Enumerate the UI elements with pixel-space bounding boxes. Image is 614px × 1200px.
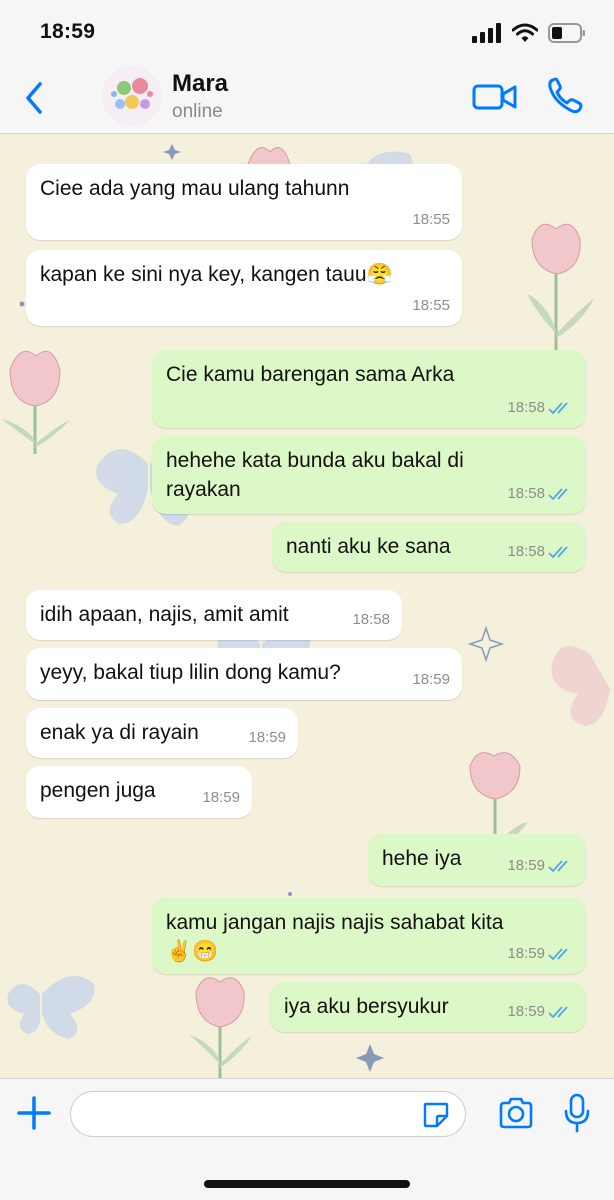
double-check-icon	[548, 487, 568, 500]
status-time: 18:59	[40, 20, 96, 43]
message-meta: 18:58	[352, 605, 390, 634]
message-time: 18:58	[507, 543, 545, 560]
wifi-icon	[512, 23, 538, 42]
message-time: 18:55	[412, 211, 450, 228]
message-time: 18:55	[412, 297, 450, 314]
message-meta: 18:59	[507, 939, 574, 968]
outgoing-message[interactable]: nanti aku ke sana 18:58	[272, 522, 586, 572]
outgoing-message[interactable]: kamu jangan najis najis sahabat kita ✌️😁…	[152, 898, 586, 974]
video-camera-icon[interactable]	[472, 80, 518, 114]
message-input[interactable]	[70, 1091, 466, 1137]
message-time: 18:58	[352, 611, 390, 628]
message-text: enak ya di rayain	[40, 721, 199, 744]
message-time: 18:58	[507, 399, 545, 416]
microphone-icon[interactable]	[564, 1093, 590, 1133]
incoming-message[interactable]: idih apaan, najis, amit amit 18:58	[26, 590, 402, 640]
message-text: yeyy, bakal tiup lilin dong kamu?	[40, 661, 341, 684]
battery-icon	[548, 23, 585, 43]
message-time: 18:58	[507, 485, 545, 502]
status-bar: 18:59	[0, 0, 614, 62]
message-meta: 18:55	[412, 291, 450, 320]
outgoing-message[interactable]: hehe iya 18:59	[368, 834, 586, 886]
incoming-message[interactable]: enak ya di rayain 18:59	[26, 708, 298, 758]
message-time: 18:59	[507, 945, 545, 962]
message-text: idih apaan, najis, amit amit	[40, 603, 289, 626]
outgoing-message[interactable]: hehehe kata bunda aku bakal di rayakan 18…	[152, 436, 586, 514]
message-text: Cie kamu barengan sama Arka	[166, 363, 455, 386]
double-check-icon	[548, 859, 568, 872]
message-time: 18:59	[412, 671, 450, 688]
chat-header: Mara online	[0, 62, 614, 134]
incoming-message[interactable]: kapan ke sini nya key, kangen tauu😤 18:55	[26, 250, 462, 326]
message-meta: 18:58	[507, 537, 574, 566]
message-meta: 18:55	[412, 205, 450, 234]
message-meta: 18:58	[507, 479, 574, 508]
message-time: 18:59	[202, 789, 240, 806]
contact-status: online	[172, 101, 223, 122]
double-check-icon	[548, 947, 568, 960]
chevron-left-icon[interactable]	[18, 78, 52, 118]
message-time: 18:59	[507, 1003, 545, 1020]
plus-icon[interactable]	[16, 1095, 52, 1131]
message-meta: 18:58	[507, 393, 574, 422]
incoming-message[interactable]: yeyy, bakal tiup lilin dong kamu? 18:59	[26, 648, 462, 700]
message-text: Ciee ada yang mau ulang tahunn	[40, 177, 350, 200]
contact-name[interactable]: Mara	[172, 70, 228, 98]
double-check-icon	[548, 545, 568, 558]
incoming-message[interactable]: Ciee ada yang mau ulang tahunn 18:55	[26, 164, 462, 240]
status-icons	[472, 22, 586, 44]
message-meta: 18:59	[507, 997, 574, 1026]
message-meta: 18:59	[202, 783, 240, 812]
outgoing-message[interactable]: Cie kamu barengan sama Arka 18:58	[152, 350, 586, 428]
avatar-image	[102, 66, 162, 126]
message-meta: 18:59	[248, 723, 286, 752]
sticker-icon[interactable]	[422, 1101, 450, 1129]
double-check-icon	[548, 1005, 568, 1018]
home-indicator	[204, 1180, 410, 1188]
double-check-icon	[548, 401, 568, 414]
outgoing-message[interactable]: iya aku bersyukur 18:59	[270, 982, 586, 1032]
message-time: 18:59	[507, 857, 545, 874]
phone-icon[interactable]	[546, 76, 584, 116]
incoming-message[interactable]: pengen juga 18:59	[26, 766, 252, 818]
chat-area[interactable]: Ciee ada yang mau ulang tahunn 18:55 kapan…	[0, 134, 614, 1078]
message-text: kapan ke sini nya key, kangen tauu😤	[40, 263, 393, 286]
signal-icon	[472, 23, 501, 43]
avatar[interactable]	[102, 66, 162, 126]
camera-icon[interactable]	[498, 1097, 534, 1129]
message-meta: 18:59	[507, 851, 574, 880]
message-meta: 18:59	[412, 665, 450, 694]
message-time: 18:59	[248, 729, 286, 746]
